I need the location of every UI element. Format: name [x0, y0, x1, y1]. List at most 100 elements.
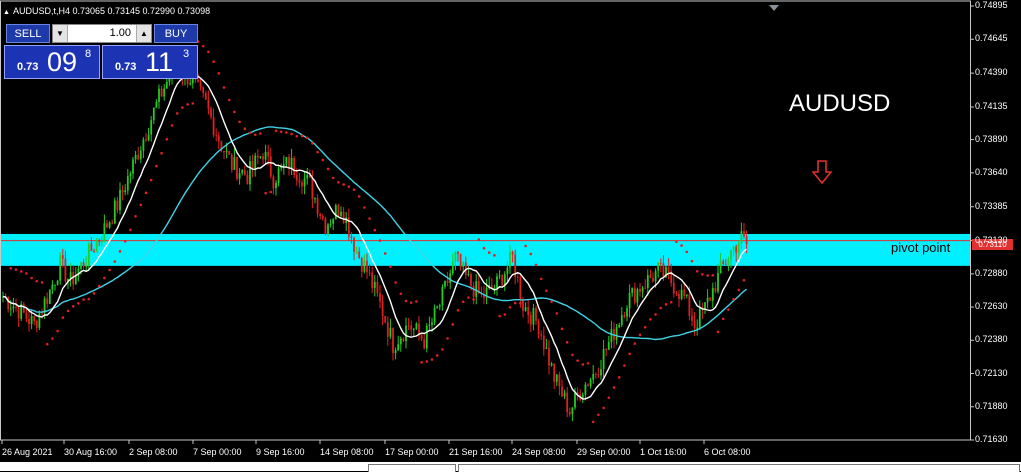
sar-dot — [321, 158, 325, 162]
candle-body — [444, 280, 446, 287]
collapse-triangle-icon[interactable]: ▲ — [3, 9, 10, 16]
candle-body — [740, 231, 743, 244]
sar-dot — [165, 137, 169, 141]
candle-body — [22, 304, 25, 313]
candle-body — [316, 198, 319, 215]
candle-body — [646, 275, 649, 288]
candle-body — [342, 211, 345, 224]
candle-body — [415, 323, 418, 329]
candle-body — [358, 251, 361, 259]
candle-body — [555, 374, 558, 382]
candle-body — [262, 156, 264, 160]
candle-body — [522, 299, 524, 311]
sar-dot — [513, 301, 517, 305]
lot-increase-icon[interactable]: ▲ — [136, 25, 151, 42]
candle-body — [126, 175, 129, 191]
candle-body — [160, 88, 163, 97]
sar-dot — [685, 250, 689, 254]
candle-body — [412, 328, 415, 330]
candle-body — [615, 327, 618, 340]
candle-body — [223, 150, 225, 153]
sell-button[interactable]: SELL — [6, 24, 50, 43]
candle-body — [628, 292, 631, 309]
sar-dot — [461, 300, 465, 304]
sar-dot — [352, 188, 356, 192]
candle-body — [717, 272, 719, 292]
sar-dot — [160, 151, 163, 155]
sar-dot — [363, 206, 366, 209]
sar-dot — [555, 312, 559, 315]
symbol-header: ▲ AUDUSD,t,H4 0.73065 0.73145 0.72990 0.7… — [3, 6, 210, 16]
x-tick-label: 30 Aug 16:00 — [64, 447, 118, 457]
sar-dot — [602, 406, 605, 410]
sar-dot — [383, 252, 387, 255]
candle-body — [454, 251, 457, 262]
candle-body — [93, 251, 95, 253]
sar-dot — [108, 268, 111, 272]
sar-dot — [404, 299, 408, 303]
candle-body — [633, 287, 636, 303]
sar-dot — [690, 259, 694, 263]
sar-dot — [25, 272, 28, 275]
candle-body — [288, 156, 290, 168]
y-tick-label: 0.74895 — [975, 0, 1008, 10]
x-tick-label: 26 Aug 2021 — [2, 447, 53, 457]
candle-body — [433, 307, 436, 323]
sar-dot — [539, 277, 543, 281]
sar-dot — [253, 133, 257, 137]
y-tick-label: 0.71630 — [975, 434, 1008, 444]
sar-dot — [149, 178, 153, 182]
candle-body — [683, 289, 686, 296]
candle-body — [732, 246, 735, 251]
candle-body — [737, 243, 740, 253]
chart-title: AUDUSD — [789, 90, 891, 117]
candle-body — [561, 386, 563, 397]
sar-dot — [664, 303, 668, 306]
lot-size-stepper[interactable]: ▼ 1.00 ▲ — [52, 24, 152, 43]
candle-body — [74, 275, 77, 285]
sar-dot — [186, 103, 189, 106]
candle-body — [672, 283, 675, 294]
candle-body — [475, 281, 478, 297]
sar-dot — [87, 297, 91, 301]
candle-body — [267, 151, 270, 157]
sar-dot — [139, 203, 143, 207]
candle-body — [85, 264, 88, 267]
sar-dot — [415, 300, 418, 303]
candle-body — [285, 156, 288, 165]
candle-body — [532, 307, 535, 325]
candle-body — [649, 275, 652, 278]
candle-body — [449, 273, 452, 283]
candle-body — [25, 312, 28, 319]
sar-dot — [654, 313, 657, 316]
buy-button[interactable]: BUY — [154, 24, 198, 43]
candle-body — [61, 255, 64, 259]
sar-dot — [82, 298, 85, 301]
sar-dot — [617, 376, 621, 379]
candle-body — [620, 315, 623, 325]
candle-body — [431, 322, 433, 325]
lot-size-value[interactable]: 1.00 — [110, 27, 131, 39]
chart-shift-marker-icon[interactable] — [769, 5, 779, 11]
candle-body — [272, 176, 275, 189]
candle-body — [527, 307, 530, 315]
candle-body — [623, 315, 626, 317]
ask-quote[interactable]: 0.73 11 3 — [102, 45, 198, 79]
candle-body — [636, 289, 639, 303]
sar-dot — [399, 292, 403, 296]
sar-dot — [71, 305, 75, 308]
lot-decrease-icon[interactable]: ▼ — [53, 25, 68, 42]
candle-body — [295, 174, 298, 181]
candle-body — [418, 323, 420, 335]
candle-body — [54, 284, 56, 286]
x-tick-label: 6 Oct 08:00 — [704, 447, 751, 457]
candle-body — [306, 174, 309, 179]
bid-quote[interactable]: 0.73 09 8 — [4, 45, 100, 79]
y-tick-label: 0.74390 — [975, 67, 1008, 78]
sar-dot — [612, 386, 616, 389]
candle-body — [693, 320, 696, 329]
candle-body — [46, 298, 49, 304]
y-tick-label: 0.73640 — [975, 166, 1008, 177]
candle-body — [30, 315, 33, 325]
candle-body — [698, 307, 701, 328]
